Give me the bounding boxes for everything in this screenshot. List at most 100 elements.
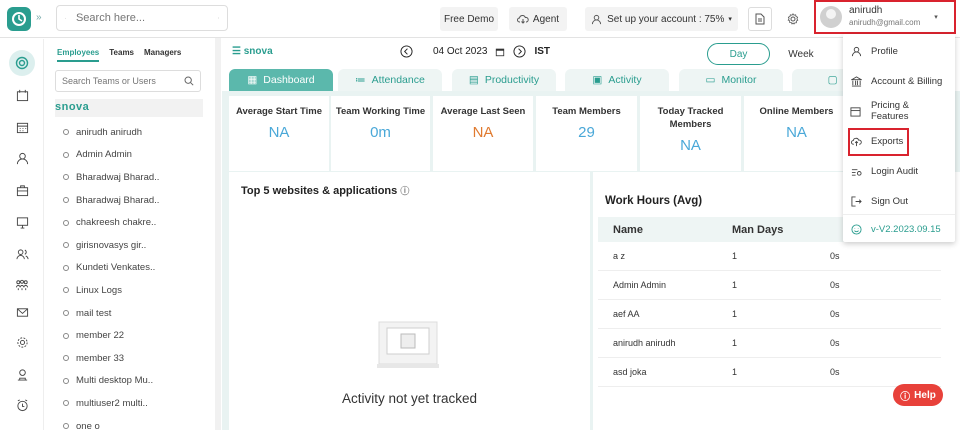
- sidebar-employee-item[interactable]: multiuser2 multi..: [45, 392, 220, 415]
- org-filter[interactable]: ☰ snova: [232, 46, 273, 57]
- stat-card-value: 29: [578, 124, 595, 141]
- sidebar-employee-item[interactable]: member 33: [45, 347, 220, 370]
- date-label[interactable]: 04 Oct 2023: [433, 46, 487, 57]
- reports-button[interactable]: [748, 7, 772, 31]
- sidebar-employee-item[interactable]: Bharadwaj Bharad..: [45, 189, 220, 212]
- sidebar-employee-item[interactable]: mail test: [45, 302, 220, 325]
- sidebar-employee-item[interactable]: Linux Logs: [45, 279, 220, 302]
- prev-date-icon[interactable]: [400, 45, 413, 58]
- status-dot-icon: [63, 242, 69, 249]
- stat-card-title: Team Working Time: [335, 106, 426, 117]
- cell-name: asd joka: [613, 367, 647, 377]
- sidebar-employee-item[interactable]: Admin Admin: [45, 144, 220, 167]
- settings-nav-icon[interactable]: [12, 332, 32, 352]
- help-button[interactable]: ⓘ Help: [893, 384, 943, 406]
- sidebar-scrollbar[interactable]: [215, 38, 221, 430]
- menu-item-pricing-features[interactable]: Pricing & Features: [849, 99, 949, 123]
- cell-man-days: 1: [732, 309, 738, 319]
- sidebar-employee-item[interactable]: anirudh anirudh: [45, 121, 220, 144]
- org-group-label[interactable]: snova: [55, 99, 203, 117]
- tab-label: Attendance: [371, 74, 425, 86]
- time-icon: ▢: [827, 74, 838, 86]
- monitor-nav-icon[interactable]: [12, 212, 32, 232]
- user-icon: [849, 46, 863, 57]
- column-man-days[interactable]: Man Days: [732, 224, 830, 236]
- table-row[interactable]: anirudh anirudh 1 0s: [598, 329, 941, 358]
- menu-item-profile[interactable]: Profile: [849, 39, 949, 63]
- sidebar-search[interactable]: [55, 70, 201, 92]
- tab-teams[interactable]: Teams: [109, 48, 134, 62]
- help-label: Help: [914, 389, 936, 401]
- sidebar-employee-item[interactable]: chakreesh chakre..: [45, 211, 220, 234]
- day-toggle[interactable]: Day: [707, 43, 770, 65]
- cell-hours: 0s: [830, 338, 840, 348]
- timezone-select[interactable]: IST: [534, 46, 550, 57]
- expand-sidebar-icon[interactable]: »: [36, 12, 42, 23]
- tab-monitor[interactable]: ▭ Monitor: [679, 69, 783, 91]
- employee-name: anirudh anirudh: [76, 126, 143, 138]
- table-row[interactable]: a z 1 0s: [598, 242, 941, 271]
- user-menu-trigger[interactable]: anirudh anirudh@gmail.com ▾: [814, 0, 956, 34]
- sidebar-employee-item[interactable]: Multi desktop Mu..: [45, 370, 220, 393]
- sidebar-employee-item[interactable]: member 22: [45, 324, 220, 347]
- gear-icon: [787, 13, 799, 25]
- menu-item-login-audit[interactable]: Login Audit: [849, 159, 949, 183]
- employee-name: Multi desktop Mu..: [76, 375, 154, 387]
- sidebar-employee-item[interactable]: Bharadwaj Bharad..: [45, 166, 220, 189]
- global-search[interactable]: [56, 5, 228, 31]
- mail-nav-icon[interactable]: [12, 302, 32, 322]
- alarm-nav-icon[interactable]: [12, 395, 32, 415]
- activity-icon: ▣: [592, 74, 603, 86]
- dashboard-nav-icon[interactable]: [9, 50, 35, 76]
- app-logo-icon[interactable]: [7, 7, 31, 31]
- timesheet-nav-icon[interactable]: [12, 85, 32, 105]
- pricing-icon: [849, 106, 863, 117]
- employee-name: mail test: [76, 307, 112, 319]
- menu-item-account-billing[interactable]: Account & Billing: [849, 69, 949, 93]
- user-nav-icon[interactable]: [12, 148, 32, 168]
- setup-account-button[interactable]: Set up your account : 75% ▾: [585, 7, 738, 31]
- table-row[interactable]: Admin Admin 1 0s: [598, 271, 941, 300]
- tab-dashboard[interactable]: ▦ Dashboard: [229, 69, 333, 91]
- status-dot-icon: [63, 423, 69, 430]
- tab-label: Monitor: [721, 74, 757, 86]
- tab-attendance[interactable]: ≔ Attendance: [338, 69, 442, 91]
- search-input[interactable]: [75, 12, 218, 24]
- free-demo-button[interactable]: Free Demo: [440, 7, 498, 31]
- sidebar-employee-item[interactable]: Kundeti Venkates..: [45, 257, 220, 280]
- search-icon: [184, 76, 194, 86]
- week-toggle[interactable]: Week: [777, 43, 825, 65]
- sidebar-employee-item[interactable]: one o: [45, 415, 220, 437]
- tab-productivity[interactable]: ▤ Productivity: [452, 69, 556, 91]
- profile-badge-nav-icon[interactable]: [12, 364, 32, 384]
- employee-name: member 22: [76, 330, 125, 342]
- team-nav-icon[interactable]: [12, 244, 32, 264]
- agent-button[interactable]: Agent: [509, 7, 567, 31]
- status-dot-icon: [63, 355, 69, 362]
- cell-man-days: 1: [732, 251, 738, 261]
- calendar-nav-icon[interactable]: [12, 117, 32, 137]
- stat-card-value: 0m: [370, 124, 391, 141]
- free-demo-label: Free Demo: [443, 13, 494, 25]
- menu-item-sign-out[interactable]: Sign Out: [849, 189, 949, 213]
- briefcase-nav-icon[interactable]: [12, 180, 32, 200]
- status-dot-icon: [63, 151, 69, 158]
- tab-managers[interactable]: Managers: [144, 48, 181, 62]
- menu-divider: [843, 214, 955, 215]
- info-icon[interactable]: ⓘ: [400, 186, 409, 196]
- sidebar-employee-item[interactable]: girisnovasys gir..: [45, 234, 220, 257]
- table-row[interactable]: aef AA 1 0s: [598, 300, 941, 329]
- org-nav-icon[interactable]: [12, 275, 32, 295]
- menu-item-label: Account & Billing: [871, 75, 943, 87]
- tab-activity[interactable]: ▣ Activity: [565, 69, 669, 91]
- search-icon: [65, 17, 66, 19]
- calendar-icon[interactable]: [495, 47, 505, 57]
- table-row[interactable]: asd joka 1 0s: [598, 358, 941, 387]
- info-icon[interactable]: [217, 12, 219, 24]
- sidebar-search-input[interactable]: [62, 76, 184, 86]
- next-date-icon[interactable]: [513, 45, 527, 58]
- settings-button[interactable]: [781, 7, 805, 31]
- column-name[interactable]: Name: [598, 224, 732, 236]
- logout-icon: [849, 195, 863, 207]
- tab-employees[interactable]: Employees: [57, 48, 100, 62]
